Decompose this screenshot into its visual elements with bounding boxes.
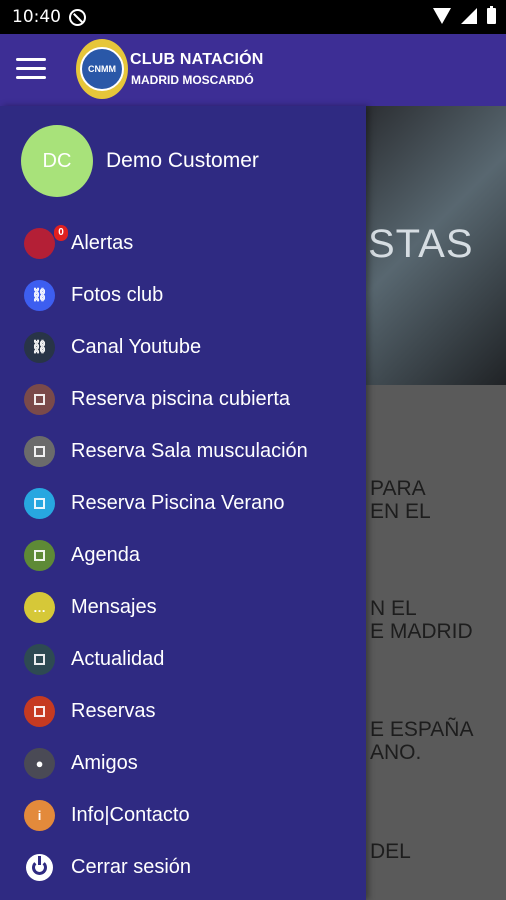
info-icon: i <box>24 799 55 831</box>
menu-item-label: Alertas <box>71 231 134 254</box>
menu-item-label: Reserva Piscina Verano <box>71 491 285 514</box>
link-icon: ⛓ <box>24 331 55 363</box>
menu-item-canal-youtube[interactable]: ⛓ Canal Youtube <box>0 321 366 373</box>
menu-item-mensajes[interactable]: … Mensajes <box>0 581 366 633</box>
menu-item-label: Info|Contacto <box>71 803 190 826</box>
wifi-icon <box>433 8 451 24</box>
news-line: E MADRID <box>370 620 473 643</box>
status-time: 10:40 <box>12 7 61 27</box>
menu-item-label: Reserva piscina cubierta <box>71 387 290 410</box>
link-icon: ⛓ <box>24 279 55 311</box>
calendar-icon <box>24 487 55 519</box>
user-name: Demo Customer <box>106 149 259 172</box>
menu-item-label: Fotos club <box>71 283 164 306</box>
menu-item-label: Canal Youtube <box>71 335 202 358</box>
menu-item-label: Amigos <box>71 751 138 774</box>
chat-icon: … <box>24 591 55 623</box>
signal-icon <box>461 8 477 24</box>
menu-item-fotos-club[interactable]: ⛓ Fotos club <box>0 269 366 321</box>
navigation-drawer: DC Demo Customer 0 Alertas ⛓ Fotos club … <box>0 106 366 900</box>
calendar-icon <box>24 435 55 467</box>
booking-icon <box>24 695 55 727</box>
status-icons <box>433 6 496 24</box>
hamburger-menu-icon[interactable] <box>16 58 46 80</box>
menu-item-actualidad[interactable]: Actualidad <box>0 633 366 685</box>
menu-item-reserva-piscina-verano[interactable]: Reserva Piscina Verano <box>0 477 366 529</box>
club-subtitle: MADRID MOSCARDÓ <box>131 73 254 87</box>
menu-item-label: Agenda <box>71 543 140 566</box>
power-icon <box>26 853 53 881</box>
battery-icon <box>487 6 496 24</box>
club-title: CLUB NATACIÓN <box>130 51 264 68</box>
menu-item-reservas[interactable]: Reservas <box>0 685 366 737</box>
menu-item-amigos[interactable]: ● Amigos <box>0 737 366 789</box>
news-line: E ESPAÑA <box>370 718 474 741</box>
hero-text: STAS <box>368 222 474 266</box>
menu-item-label: Reserva Sala musculación <box>71 439 308 462</box>
news-line: DEL <box>370 840 411 863</box>
news-line: EN EL <box>370 500 431 523</box>
menu-item-label: Mensajes <box>71 595 157 618</box>
status-bar: 10:40 <box>0 0 506 34</box>
menu-item-agenda[interactable]: Agenda <box>0 529 366 581</box>
news-line: ANO. <box>370 741 422 764</box>
menu-item-reserva-sala-musculacion[interactable]: Reserva Sala musculación <box>0 425 366 477</box>
club-logo-text: CNMM <box>80 47 124 91</box>
dnd-icon <box>69 8 86 26</box>
app-bar: CNMM CLUB NATACIÓN MADRID MOSCARDÓ <box>0 34 506 106</box>
club-logo: CNMM <box>76 39 128 99</box>
menu-item-reserva-piscina-cubierta[interactable]: Reserva piscina cubierta <box>0 373 366 425</box>
avatar[interactable]: DC <box>21 125 93 197</box>
news-line: N EL <box>370 597 417 620</box>
menu-item-label: Cerrar sesión <box>71 855 192 878</box>
background-content: STAS PARA EN EL N EL E MADRID E ESPAÑA A… <box>366 106 506 900</box>
news-line: PARA <box>370 477 426 500</box>
agenda-icon <box>24 539 55 571</box>
hero-image: STAS <box>366 106 506 385</box>
menu-item-info-contacto[interactable]: i Info|Contacto <box>0 789 366 841</box>
menu-item-label: Actualidad <box>71 647 165 670</box>
news-icon <box>24 643 55 675</box>
alerts-badge: 0 <box>54 224 68 241</box>
calendar-icon <box>24 383 55 415</box>
friends-icon: ● <box>24 747 55 779</box>
menu-item-label: Reservas <box>71 699 156 722</box>
menu-item-alertas[interactable]: 0 Alertas <box>0 217 366 269</box>
menu-item-cerrar-sesion[interactable]: Cerrar sesión <box>0 841 366 893</box>
bell-icon: 0 <box>24 224 68 259</box>
